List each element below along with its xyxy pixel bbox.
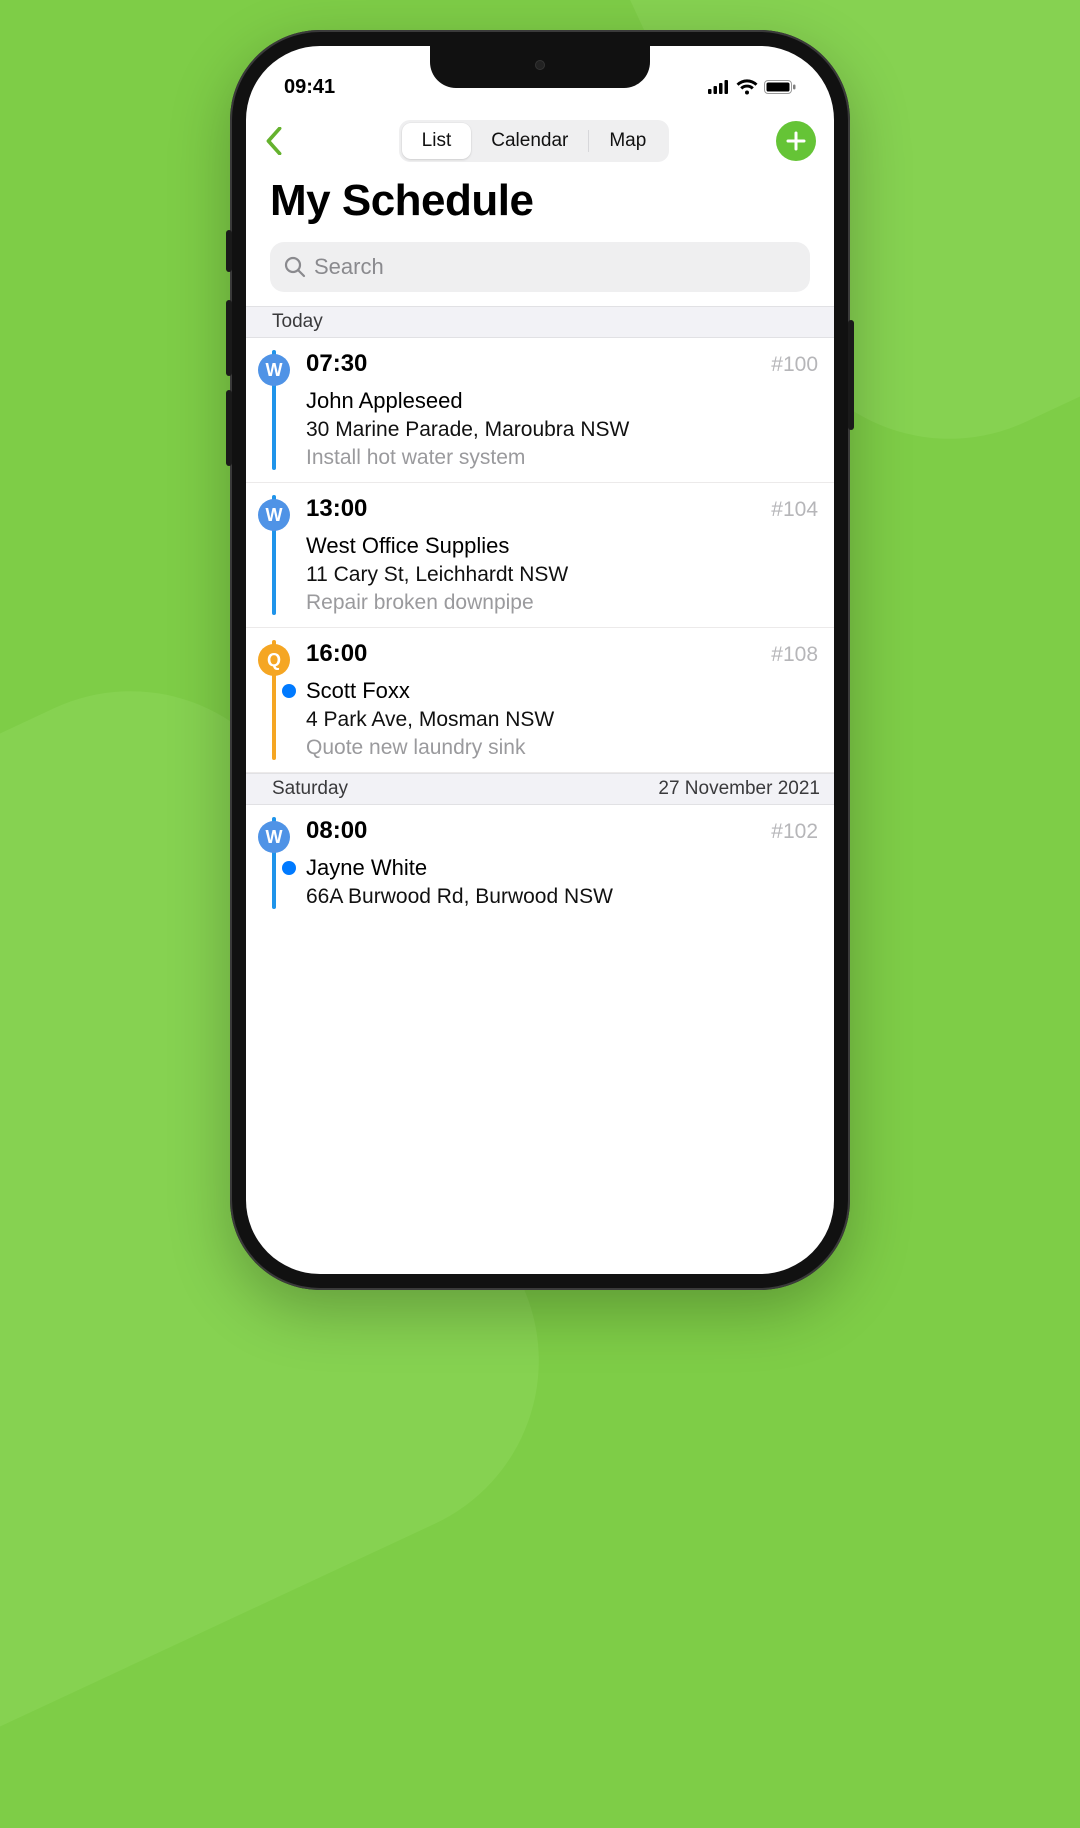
section-header: Today <box>246 306 834 338</box>
notch <box>430 46 650 88</box>
section-date: 27 November 2021 <box>658 778 820 800</box>
schedule-item[interactable]: Q 16:00 #108 Scott Foxx 4 Park Ave, Mosman N… <box>246 628 834 773</box>
schedule-item[interactable]: W 13:00 #104 West Office Supplies 11 Cary St… <box>246 483 834 628</box>
phone-frame: 09:41 List Calendar Map My Schedule <box>230 30 850 1290</box>
status-time: 09:41 <box>284 76 335 99</box>
item-content: 07:30 #100 John Appleseed 30 Marine Parade,… <box>300 350 818 470</box>
item-address: 4 Park Ave, Mosman NSW <box>306 708 818 732</box>
item-time: 16:00 <box>306 640 367 668</box>
tab-calendar[interactable]: Calendar <box>471 123 588 159</box>
status-icons <box>708 79 796 95</box>
schedule-list: Today W 07:30 #100 John Appleseed 30 Marine P… <box>246 306 834 921</box>
item-gutter: W <box>246 495 300 615</box>
item-id: #102 <box>771 820 818 844</box>
item-name: John Appleseed <box>306 388 818 414</box>
status-dot-icon <box>282 861 296 875</box>
wifi-icon <box>736 79 758 95</box>
search-field[interactable] <box>270 242 810 292</box>
item-content: 08:00 #102 Jayne White 66A Burwood Rd, Burw… <box>300 817 818 909</box>
nav-row: List Calendar Map <box>246 106 834 170</box>
item-time: 13:00 <box>306 495 367 523</box>
cellular-icon <box>708 80 730 94</box>
page-title: My Schedule <box>246 170 834 242</box>
view-segmented-control: List Calendar Map <box>399 120 670 162</box>
item-name: West Office Supplies <box>306 533 818 559</box>
search-icon <box>284 256 306 278</box>
schedule-item[interactable]: W 08:00 #102 Jayne White 66A Burwood Rd, Bur… <box>246 805 834 921</box>
item-gutter: Q <box>246 640 300 760</box>
status-dot-icon <box>282 684 296 698</box>
schedule-item[interactable]: W 07:30 #100 John Appleseed 30 Marine Parade… <box>246 338 834 483</box>
item-time: 07:30 <box>306 350 367 378</box>
type-badge: W <box>258 821 290 853</box>
add-button[interactable] <box>776 121 816 161</box>
section-label: Saturday <box>272 778 348 800</box>
chevron-left-icon <box>265 127 283 155</box>
section-label: Today <box>272 311 323 333</box>
screen: 09:41 List Calendar Map My Schedule <box>246 46 834 1274</box>
item-address: 66A Burwood Rd, Burwood NSW <box>306 885 818 909</box>
tab-list[interactable]: List <box>402 123 472 159</box>
item-content: 13:00 #104 West Office Supplies 11 Cary St,… <box>300 495 818 615</box>
type-badge: W <box>258 354 290 386</box>
tab-map[interactable]: Map <box>589 123 666 159</box>
item-description: Install hot water system <box>306 446 818 470</box>
battery-icon <box>764 80 796 94</box>
item-time: 08:00 <box>306 817 367 845</box>
section-header: Saturday 27 November 2021 <box>246 773 834 805</box>
type-badge: Q <box>258 644 290 676</box>
search-input[interactable] <box>314 254 796 280</box>
plus-icon <box>786 131 806 151</box>
item-address: 30 Marine Parade, Maroubra NSW <box>306 418 818 442</box>
item-id: #100 <box>771 353 818 377</box>
item-id: #104 <box>771 498 818 522</box>
item-name: Scott Foxx <box>306 678 818 704</box>
item-content: 16:00 #108 Scott Foxx 4 Park Ave, Mosman NS… <box>300 640 818 760</box>
item-description: Quote new laundry sink <box>306 736 818 760</box>
back-button[interactable] <box>256 123 292 159</box>
item-description: Repair broken downpipe <box>306 591 818 615</box>
type-badge: W <box>258 499 290 531</box>
item-name: Jayne White <box>306 855 818 881</box>
item-gutter: W <box>246 350 300 470</box>
item-id: #108 <box>771 643 818 667</box>
item-address: 11 Cary St, Leichhardt NSW <box>306 563 818 587</box>
